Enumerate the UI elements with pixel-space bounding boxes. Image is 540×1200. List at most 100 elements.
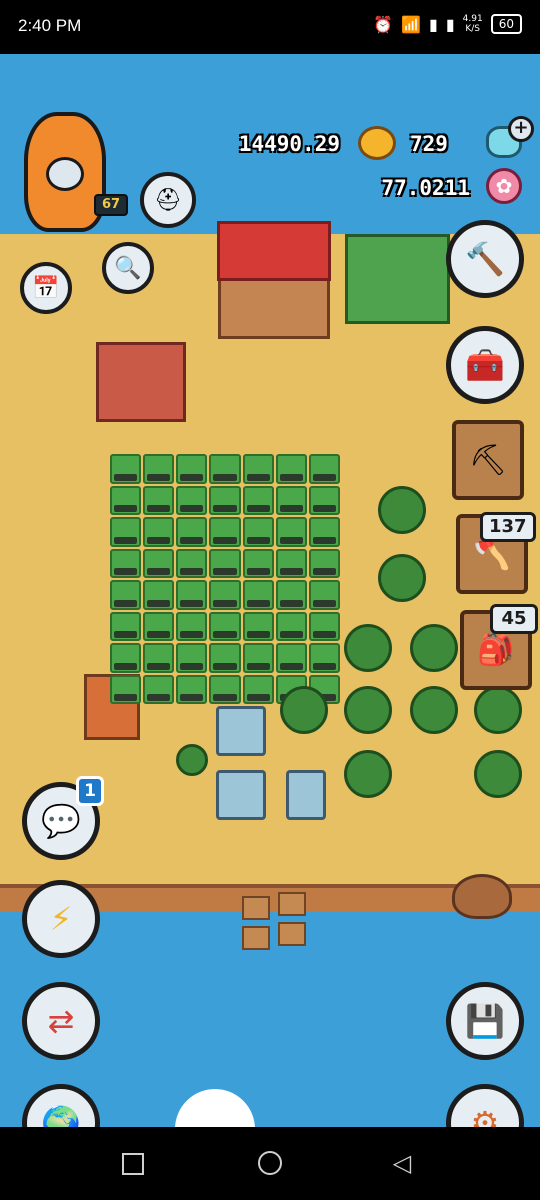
crop-plot[interactable] (209, 643, 241, 673)
crop-plot[interactable] (110, 548, 142, 578)
toolbox-button[interactable]: 🧰 (446, 326, 524, 404)
farmhouse[interactable] (217, 221, 331, 339)
crop-plot[interactable] (110, 454, 142, 484)
crop-plot[interactable] (209, 454, 241, 484)
sapling[interactable] (176, 744, 208, 776)
crop-plot[interactable] (176, 643, 208, 673)
crafting-machine[interactable] (216, 706, 266, 756)
build-button[interactable]: 🔨 (446, 220, 524, 298)
search-button[interactable]: 🔍 (102, 242, 154, 294)
crop-field[interactable] (110, 454, 340, 704)
fruit-tree[interactable] (378, 554, 426, 602)
crop-plot[interactable] (209, 674, 241, 704)
helmet-timer-button[interactable]: ⛑ (140, 172, 196, 228)
crop-plot[interactable] (242, 674, 274, 704)
crop-plot[interactable] (209, 548, 241, 578)
pickaxe-tool[interactable]: ⛏ (452, 420, 524, 500)
clock: 2:40 PM (18, 16, 82, 35)
crop-plot[interactable] (176, 485, 208, 515)
fish-trap[interactable] (242, 896, 270, 920)
fishing-boat[interactable] (452, 874, 512, 919)
crop-plot[interactable] (275, 643, 307, 673)
crop-plot[interactable] (110, 517, 142, 547)
crop-plot[interactable] (143, 643, 175, 673)
crop-plot[interactable] (275, 580, 307, 610)
crop-plot[interactable] (143, 454, 175, 484)
crop-plot[interactable] (275, 485, 307, 515)
crop-plot[interactable] (308, 643, 340, 673)
player-avatar[interactable] (24, 112, 106, 242)
fruit-tree[interactable] (474, 686, 522, 734)
crop-plot[interactable] (176, 611, 208, 641)
crop-plot[interactable] (242, 643, 274, 673)
crop-plot[interactable] (110, 580, 142, 610)
crop-plot[interactable] (143, 485, 175, 515)
crop-plot[interactable] (308, 517, 340, 547)
status-icons: ⏰ 📶 ▮ ▮ 4.91 K/S 60 (373, 14, 522, 34)
fruit-tree[interactable] (344, 750, 392, 798)
fruit-tree[interactable] (410, 624, 458, 672)
crop-plot[interactable] (110, 643, 142, 673)
recent-apps-icon[interactable] (122, 1153, 144, 1175)
crop-plot[interactable] (242, 548, 274, 578)
energy-button[interactable]: ⚡ (22, 880, 100, 958)
crop-plot[interactable] (110, 611, 142, 641)
crop-plot[interactable] (308, 454, 340, 484)
crop-plot[interactable] (143, 611, 175, 641)
crop-plot[interactable] (176, 454, 208, 484)
crop-plot[interactable] (209, 517, 241, 547)
fish-trap[interactable] (278, 892, 306, 916)
fruit-tree[interactable] (344, 624, 392, 672)
crop-plot[interactable] (308, 611, 340, 641)
crop-plot[interactable] (275, 611, 307, 641)
back-icon[interactable]: ◁ (390, 1151, 414, 1175)
crop-plot[interactable] (242, 517, 274, 547)
crop-plot[interactable] (242, 454, 274, 484)
fruit-tree[interactable] (410, 686, 458, 734)
avatar-face (46, 157, 84, 191)
crop-plot[interactable] (209, 485, 241, 515)
crop-plot[interactable] (143, 517, 175, 547)
crop-plot[interactable] (275, 454, 307, 484)
crop-plot[interactable] (275, 517, 307, 547)
crop-plot[interactable] (176, 674, 208, 704)
fruit-tree[interactable] (378, 486, 426, 534)
crop-plot[interactable] (143, 580, 175, 610)
crop-plot[interactable] (209, 580, 241, 610)
barn[interactable] (345, 234, 450, 324)
fish-trap[interactable] (242, 926, 270, 950)
save-button[interactable]: 💾 (446, 982, 524, 1060)
crop-plot[interactable] (143, 674, 175, 704)
bakery[interactable] (96, 342, 186, 422)
buy-gems-button[interactable]: + (508, 116, 534, 142)
fish-trap[interactable] (278, 922, 306, 946)
crop-plot[interactable] (308, 548, 340, 578)
globe-icon: 🌍 (41, 1104, 81, 1127)
game-viewport[interactable]: 67 ⛑ 14490.29 729 + 77.0211 ✿ 📅 🔍 🔨 🧰 ⛏ … (0, 54, 540, 1127)
crafting-machine[interactable] (216, 770, 266, 820)
crop-plot[interactable] (176, 548, 208, 578)
crop-plot[interactable] (176, 580, 208, 610)
crop-plot[interactable] (275, 548, 307, 578)
crop-plot[interactable] (242, 485, 274, 515)
crop-plot[interactable] (308, 580, 340, 610)
fruit-tree[interactable] (474, 750, 522, 798)
calendar-button[interactable]: 📅 (20, 262, 72, 314)
bag-icon: 🎒 (477, 632, 515, 668)
crop-plot[interactable] (110, 485, 142, 515)
battery-indicator: 60 (490, 14, 522, 34)
farmhouse-roof (217, 221, 331, 281)
crop-plot[interactable] (242, 611, 274, 641)
coin-icon (358, 126, 396, 160)
crop-plot[interactable] (242, 580, 274, 610)
crafting-machine[interactable] (286, 770, 326, 820)
home-icon[interactable] (258, 1151, 282, 1175)
trade-button[interactable]: ⇄ (22, 982, 100, 1060)
fruit-tree[interactable] (280, 686, 328, 734)
crop-plot[interactable] (176, 517, 208, 547)
crop-plot[interactable] (209, 611, 241, 641)
crop-plot[interactable] (110, 674, 142, 704)
fruit-tree[interactable] (344, 686, 392, 734)
crop-plot[interactable] (143, 548, 175, 578)
crop-plot[interactable] (308, 485, 340, 515)
